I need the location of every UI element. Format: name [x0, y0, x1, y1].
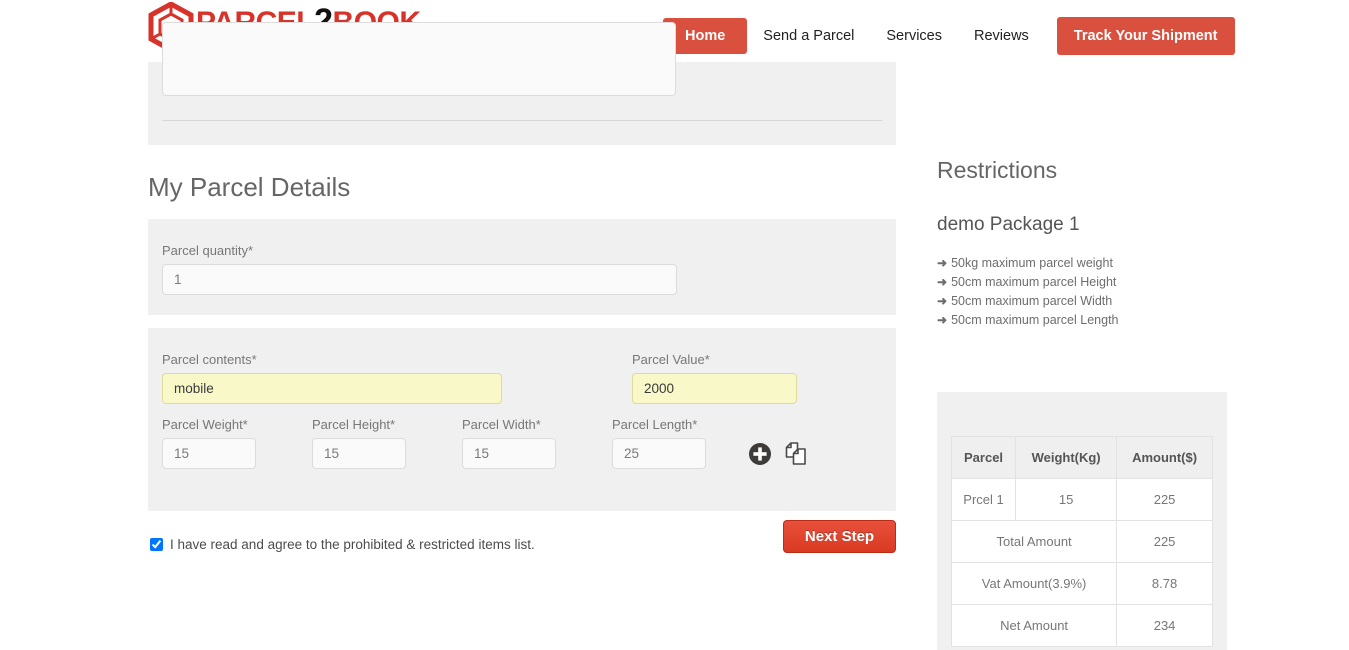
agreement-label: I have read and agree to the prohibited … [170, 536, 535, 552]
parcel-weight-input[interactable] [162, 438, 256, 469]
parcel-value-field: Parcel Value* [632, 352, 797, 404]
column-header-parcel: Parcel [950, 436, 1017, 479]
package-name: demo Package 1 [937, 214, 1080, 235]
order-summary-card: Parcel Weight(Kg) Amount($) Prcel 1 15 2… [937, 392, 1227, 650]
arrow-right-icon: ➜ [937, 256, 948, 270]
agreement-checkbox[interactable] [150, 537, 163, 551]
arrow-right-icon: ➜ [937, 313, 948, 327]
table-row: Total Amount 225 [950, 520, 1213, 563]
parcel-quantity-label: Parcel quantity* [162, 243, 254, 258]
address-textarea[interactable] [162, 22, 676, 96]
table-row: Prcel 1 15 225 [950, 478, 1213, 521]
agreement-row: I have read and agree to the prohibited … [148, 520, 896, 563]
nav-item-send-a-parcel[interactable]: Send a Parcel [747, 18, 870, 54]
table-row: Vat Amount(3.9%) 8.78 [950, 562, 1213, 605]
parcel-length-label: Parcel Length* [612, 417, 698, 432]
restriction-text: 50cm maximum parcel Height [951, 275, 1117, 289]
parcel-width-field: Parcel Width* [462, 417, 556, 469]
parcel-length-input[interactable] [612, 438, 706, 469]
arrow-right-icon: ➜ [937, 275, 948, 289]
nav-item-services[interactable]: Services [870, 18, 958, 54]
panel-divider [162, 120, 882, 121]
parcel-row-actions [748, 441, 810, 467]
next-step-button[interactable]: Next Step [783, 520, 896, 553]
contents-value-row: Parcel contents* Parcel Value* [162, 352, 882, 404]
restriction-text: 50cm maximum parcel Width [951, 294, 1113, 308]
restriction-text: 50cm maximum parcel Length [951, 313, 1119, 327]
row-spacer [502, 352, 632, 404]
parcel-length-field: Parcel Length* [612, 417, 706, 469]
table-header-row: Parcel Weight(Kg) Amount($) [950, 436, 1213, 479]
column-header-weight: Weight(Kg) [1015, 436, 1118, 479]
restriction-text: 50kg maximum parcel weight [951, 256, 1113, 270]
parcel-quantity-input[interactable] [162, 264, 677, 295]
cell-parcel-name: Prcel 1 [950, 478, 1017, 521]
parcel-weight-label: Parcel Weight* [162, 417, 248, 432]
track-shipment-button[interactable]: Track Your Shipment [1056, 17, 1235, 55]
arrow-right-icon: ➜ [937, 294, 948, 308]
page-title: My Parcel Details [148, 172, 351, 202]
list-item: ➜ 50cm maximum parcel Height [937, 273, 1227, 292]
page-body: My Parcel Details Parcel quantity* Parce… [0, 22, 1349, 650]
parcel-width-input[interactable] [462, 438, 556, 469]
parcel-quantity-panel: Parcel quantity* [148, 219, 896, 315]
cell-net-amount-label: Net Amount [950, 604, 1118, 647]
form-column: My Parcel Details Parcel quantity* Parce… [148, 22, 896, 563]
parcel-value-input[interactable] [632, 373, 797, 404]
parcel-contents-input[interactable] [162, 373, 502, 404]
parcel-width-label: Parcel Width* [462, 417, 541, 432]
list-item: ➜ 50cm maximum parcel Width [937, 292, 1227, 311]
table-row: Net Amount 234 [950, 604, 1213, 647]
parcel-contents-label: Parcel contents* [162, 352, 257, 367]
parcel-value-label: Parcel Value* [632, 352, 710, 367]
list-item: ➜ 50kg maximum parcel weight [937, 254, 1227, 273]
summary-table: Parcel Weight(Kg) Amount($) Prcel 1 15 2… [950, 436, 1213, 647]
main-navigation: Home Send a Parcel Services Reviews Trac… [663, 17, 1235, 55]
duplicate-pages-icon[interactable] [784, 441, 810, 467]
column-header-amount: Amount($) [1116, 436, 1213, 479]
parcel-height-input[interactable] [312, 438, 406, 469]
cell-parcel-amount: 225 [1116, 478, 1213, 521]
parcel-details-panel: Parcel contents* Parcel Value* Parcel We… [148, 328, 896, 511]
previous-section-panel [148, 22, 896, 145]
restrictions-list: ➜ 50kg maximum parcel weight ➜ 50cm maxi… [937, 254, 1227, 330]
cell-vat-amount-value: 8.78 [1116, 562, 1213, 605]
add-circle-icon[interactable] [748, 442, 772, 466]
parcel-contents-field: Parcel contents* [162, 352, 502, 404]
sidebar-column: Restrictions demo Package 1 ➜ 50kg maxim… [937, 62, 1227, 650]
restrictions-title: Restrictions [937, 157, 1058, 183]
parcel-height-field: Parcel Height* [312, 417, 406, 469]
parcel-height-label: Parcel Height* [312, 417, 396, 432]
cell-net-amount-value: 234 [1116, 604, 1213, 647]
parcel-dimensions-row: Parcel Weight* Parcel Height* Parcel Wid… [162, 417, 882, 469]
list-item: ➜ 50cm maximum parcel Length [937, 311, 1227, 330]
cell-parcel-weight: 15 [1015, 478, 1118, 521]
cell-total-amount-label: Total Amount [950, 520, 1118, 563]
cell-total-amount-value: 225 [1116, 520, 1213, 563]
nav-item-reviews[interactable]: Reviews [958, 18, 1045, 54]
parcel-weight-field: Parcel Weight* [162, 417, 256, 469]
cell-vat-amount-label: Vat Amount(3.9%) [950, 562, 1118, 605]
